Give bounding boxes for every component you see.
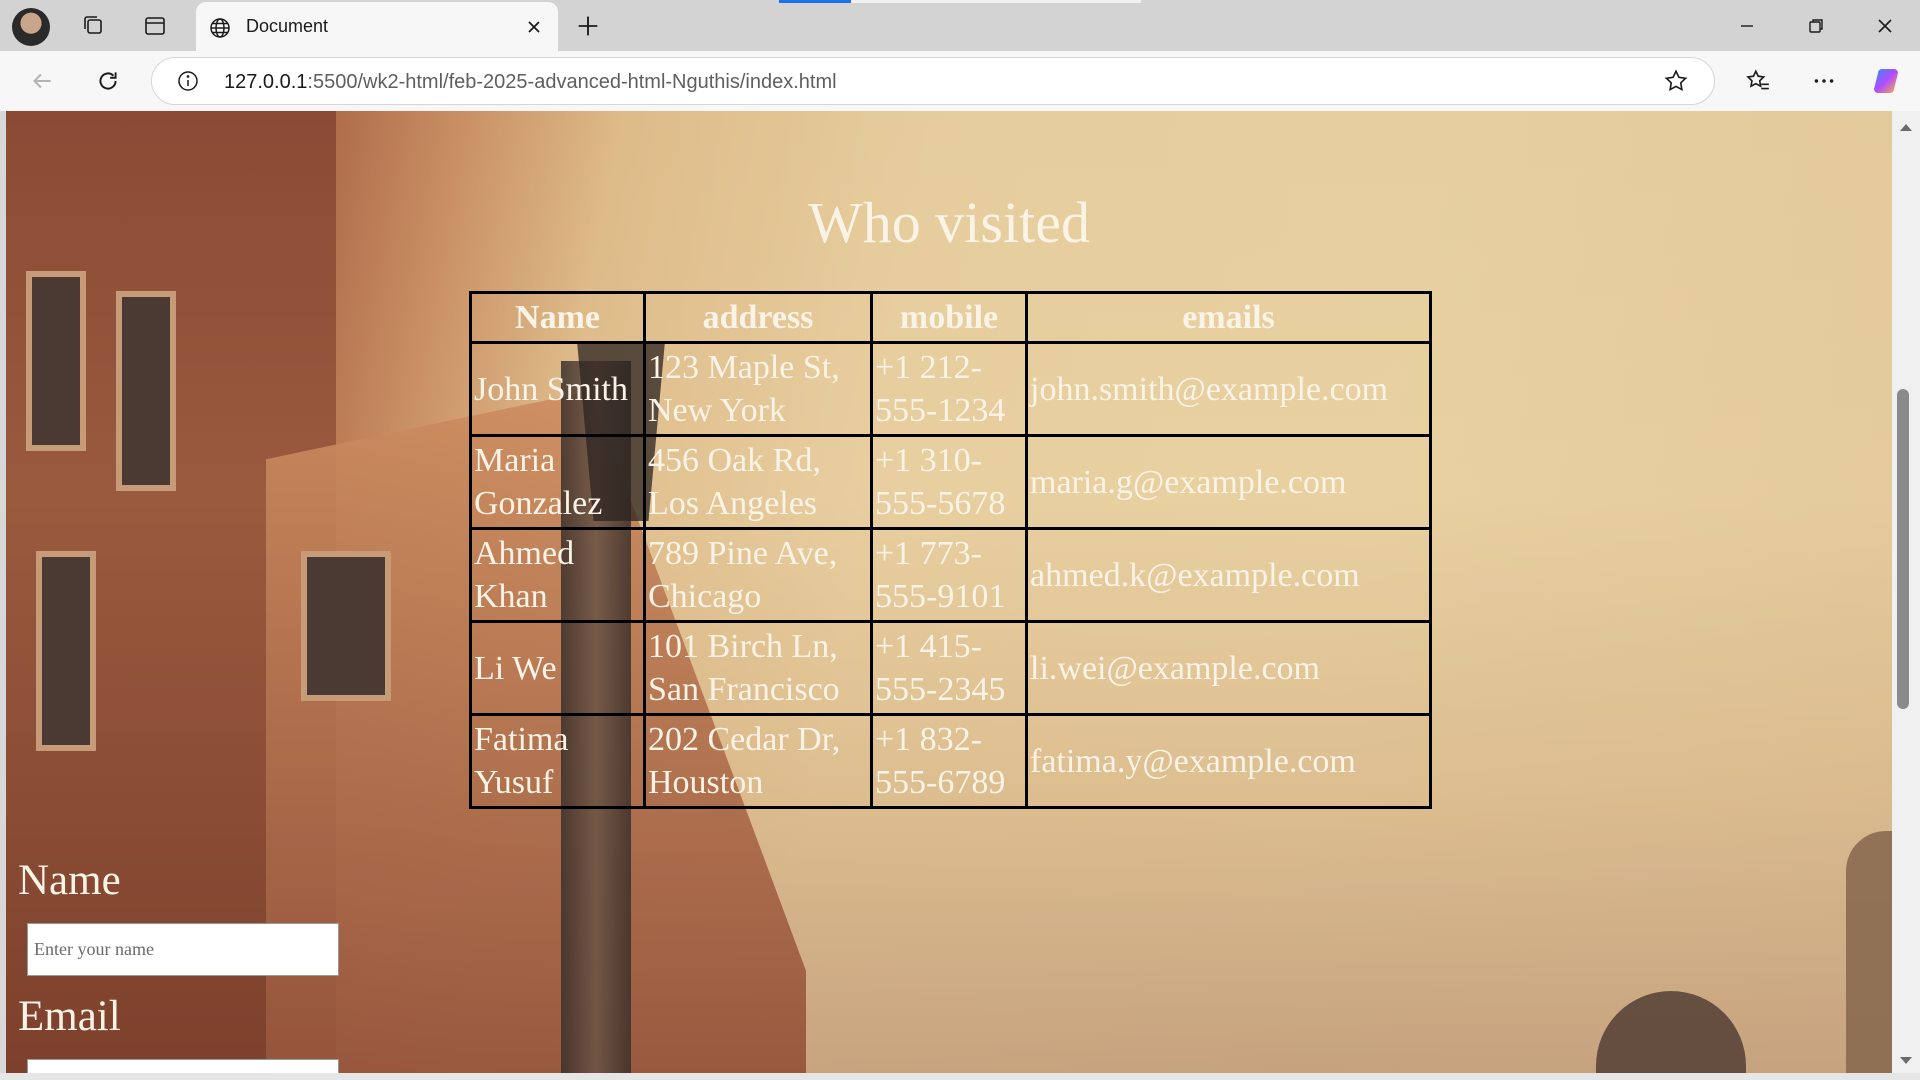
cell-name: Li We (469, 620, 646, 716)
page-viewport: Who visited Name address mobile emails J… (6, 111, 1892, 1073)
info-icon[interactable] (174, 67, 202, 95)
column-header-name: Name (469, 291, 646, 344)
cell-mobile: +1 773-555-9101 (870, 527, 1028, 623)
background-window (26, 271, 86, 451)
window-close-icon[interactable] (1871, 12, 1899, 40)
url-host: 127.0.0.1 (224, 71, 308, 93)
visitors-table: Name address mobile emails John Smith 12… (469, 291, 1432, 809)
cell-mobile: +1 415-555-2345 (870, 620, 1028, 716)
email-input[interactable] (27, 1059, 339, 1073)
cell-email: ahmed.k@example.com (1025, 527, 1432, 623)
cell-name: Ahmed Khan (469, 527, 646, 623)
cell-name: Fatima Yusuf (469, 713, 646, 809)
background-window (36, 551, 96, 751)
cell-email: maria.g@example.com (1025, 434, 1432, 530)
background-dome-right (1846, 831, 1892, 1073)
column-header-emails: emails (1025, 291, 1432, 344)
table-row: Fatima Yusuf 202 Cedar Dr, Houston +1 83… (469, 713, 1432, 809)
cell-mobile: +1 310-555-5678 (870, 434, 1028, 530)
address-bar[interactable]: 127.0.0.1:5500/wk2-html/feb-2025-advance… (151, 57, 1715, 105)
url-text[interactable]: 127.0.0.1:5500/wk2-html/feb-2025-advance… (224, 71, 837, 94)
background-window (301, 551, 391, 701)
column-header-address: address (643, 291, 873, 344)
plus-icon[interactable] (574, 12, 602, 45)
tab-actions-icon[interactable] (141, 12, 169, 40)
page-title: Who visited (808, 190, 1090, 255)
copilot-icon[interactable] (1870, 65, 1902, 97)
cell-mobile: +1 832-555-6789 (870, 713, 1028, 809)
table-row: Maria Gonzalez 456 Oak Rd, Los Angeles +… (469, 434, 1432, 530)
table-row: Li We 101 Birch Ln, San Francisco +1 415… (469, 620, 1432, 716)
restore-icon[interactable] (1802, 12, 1830, 40)
cell-name: Maria Gonzalez (469, 434, 646, 530)
star-icon[interactable] (1662, 67, 1690, 95)
loading-indicator (779, 0, 851, 3)
page-scrollbar[interactable] (1892, 111, 1920, 1073)
scroll-down-icon[interactable] (1899, 1053, 1913, 1071)
browser-toolbar: 127.0.0.1:5500/wk2-html/feb-2025-advance… (0, 51, 1920, 111)
cell-address: 123 Maple St, New York (643, 341, 873, 437)
table-row: John Smith 123 Maple St, New York +1 212… (469, 341, 1432, 437)
scrollbar-thumb[interactable] (1897, 389, 1909, 709)
refresh-icon[interactable] (94, 67, 122, 95)
cell-address: 202 Cedar Dr, Houston (643, 713, 873, 809)
more-icon[interactable] (1810, 67, 1838, 95)
name-input[interactable] (27, 923, 339, 976)
name-label: Name (18, 857, 121, 904)
email-label: Email (18, 993, 121, 1040)
cell-address: 101 Birch Ln, San Francisco (643, 620, 873, 716)
back-arrow-icon[interactable] (28, 67, 56, 95)
tab-title: Document (246, 16, 329, 36)
profile-avatar[interactable] (12, 8, 50, 46)
cell-email: li.wei@example.com (1025, 620, 1432, 716)
background-window (116, 291, 176, 491)
url-path: :5500/wk2-html/feb-2025-advanced-html-Ng… (307, 71, 837, 93)
table-header-row: Name address mobile emails (469, 291, 1432, 344)
collections-icon[interactable] (80, 12, 108, 40)
cell-mobile: +1 212-555-1234 (870, 341, 1028, 437)
minimize-icon[interactable] (1733, 12, 1761, 40)
browser-title-bar: Document (0, 0, 1920, 51)
scroll-up-icon[interactable] (1899, 119, 1913, 137)
column-header-mobile: mobile (870, 291, 1028, 344)
close-icon[interactable] (522, 15, 546, 39)
cell-address: 456 Oak Rd, Los Angeles (643, 434, 873, 530)
globe-icon (208, 16, 232, 45)
browser-tab-active[interactable]: Document (196, 2, 558, 51)
cell-email: fatima.y@example.com (1025, 713, 1432, 809)
cell-email: john.smith@example.com (1025, 341, 1432, 437)
window-bottom-edge (0, 1073, 1920, 1080)
favorites-icon[interactable] (1744, 67, 1772, 95)
table-row: Ahmed Khan 789 Pine Ave, Chicago +1 773-… (469, 527, 1432, 623)
background-dome (1596, 991, 1746, 1073)
cell-name: John Smith (469, 341, 646, 437)
cell-address: 789 Pine Ave, Chicago (643, 527, 873, 623)
